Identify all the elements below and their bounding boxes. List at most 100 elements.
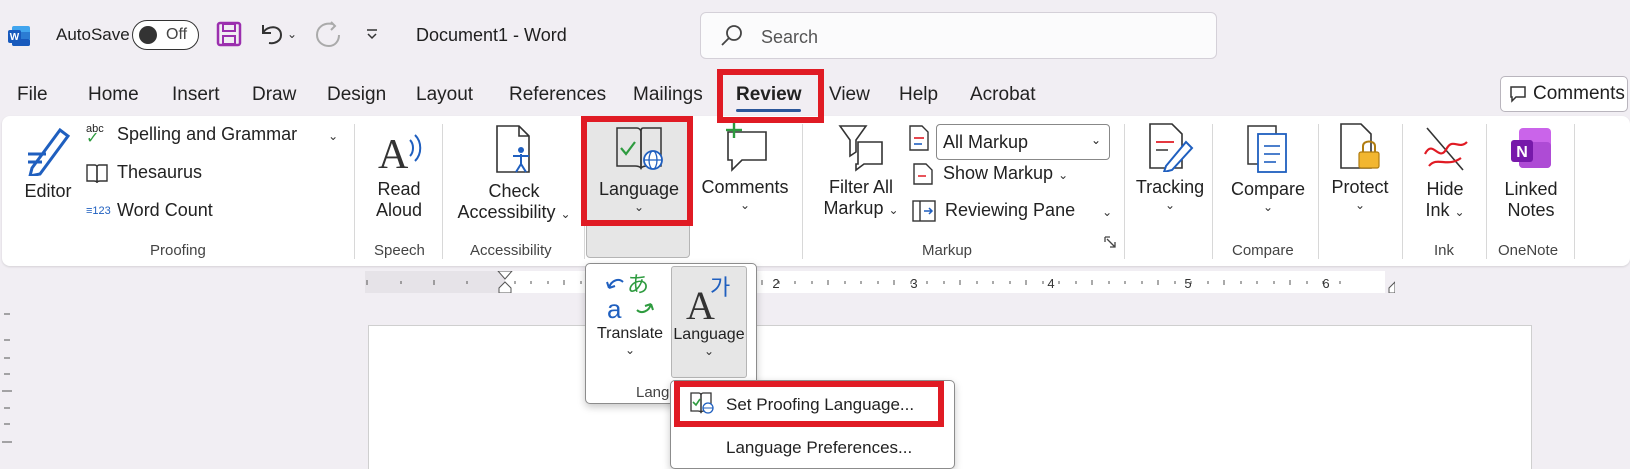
- linked-notes-button[interactable]: N Linked Notes: [1492, 124, 1570, 221]
- read-aloud-label-2: Aloud: [375, 200, 423, 220]
- group-divider: [1212, 124, 1213, 259]
- word-count-button[interactable]: ≡123 Word Count: [86, 200, 213, 221]
- tab-mailings[interactable]: Mailings: [633, 84, 703, 106]
- ruler-number: 2: [772, 276, 779, 291]
- check-accessibility-label-2: Accessibility: [457, 202, 556, 222]
- tab-design[interactable]: Design: [327, 84, 386, 106]
- display-for-review-icon: [909, 125, 929, 151]
- tab-review[interactable]: Review: [736, 84, 802, 112]
- tab-references[interactable]: References: [509, 84, 606, 106]
- ruler-number: 5: [1184, 276, 1191, 291]
- check-accessibility-label-1: Check: [488, 181, 540, 201]
- comments-label: Comments: [701, 177, 789, 197]
- language-options-button[interactable]: A 가 Language ⌄: [671, 266, 747, 378]
- group-divider: [354, 124, 355, 259]
- filter-all-markup-button[interactable]: Filter All Markup ⌄: [816, 122, 906, 219]
- undo-icon[interactable]: [256, 18, 286, 50]
- display-for-review-select[interactable]: All Markup ⌄: [936, 124, 1110, 160]
- tab-review-label: Review: [736, 84, 802, 105]
- linked-notes-label-2: Notes: [1507, 200, 1555, 220]
- comments-pane-label: Comments: [1533, 83, 1625, 104]
- read-aloud-label-1: Read: [377, 179, 421, 199]
- search-placeholder: Search: [761, 27, 819, 47]
- language-preferences-label: Language Preferences...: [726, 438, 913, 457]
- customize-qat-icon[interactable]: [357, 18, 387, 50]
- set-proofing-language-item[interactable]: Set Proofing Language...: [671, 384, 956, 424]
- translate-button[interactable]: a あ Translate ⌄: [592, 268, 668, 368]
- filter-markup-label-2: Markup: [823, 198, 884, 218]
- set-proofing-language-icon: [690, 392, 714, 414]
- svg-text:W: W: [10, 32, 20, 43]
- chevron-down-icon: ⌄: [1454, 205, 1465, 219]
- toggle-knob: [139, 26, 157, 44]
- display-for-review-value: All Markup: [943, 132, 1029, 152]
- protect-label: Protect: [1331, 177, 1389, 197]
- spelling-label: Spelling and Grammar: [117, 124, 298, 144]
- autosave-label: AutoSave: [56, 25, 130, 44]
- tab-view[interactable]: View: [829, 84, 870, 106]
- compare-button[interactable]: Compare ⌄: [1220, 124, 1316, 214]
- spelling-icon: abc ✓: [86, 123, 104, 147]
- tab-file[interactable]: File: [17, 84, 48, 106]
- spelling-grammar-button[interactable]: abc ✓ Spelling and Grammar ⌄: [86, 123, 338, 147]
- show-markup-icon: [913, 163, 933, 185]
- redo-icon[interactable]: [312, 18, 342, 50]
- word-logo-icon: W: [8, 26, 30, 46]
- right-indent-marker[interactable]: [1388, 281, 1395, 293]
- tab-insert[interactable]: Insert: [172, 84, 220, 106]
- spelling-dropdown-icon[interactable]: ⌄: [328, 129, 338, 143]
- comment-icon: [1510, 86, 1526, 103]
- onenote-n-mark: N: [1516, 144, 1528, 161]
- language-submenu: Set Proofing Language... Language Prefer…: [670, 380, 955, 469]
- translate-kana-glyph: あ: [627, 273, 649, 298]
- tracking-icon: [1149, 123, 1194, 174]
- tab-layout[interactable]: Layout: [416, 84, 473, 106]
- protect-button[interactable]: Protect ⌄: [1324, 122, 1396, 212]
- search-icon: [721, 25, 742, 46]
- group-divider: [1124, 124, 1125, 259]
- group-divider: [442, 124, 443, 259]
- compare-group-label: Compare: [1232, 242, 1294, 259]
- language-button[interactable]: Language ⌄: [592, 124, 686, 214]
- set-proofing-language-label: Set Proofing Language...: [726, 395, 915, 414]
- read-aloud-button[interactable]: A Read Aloud: [368, 126, 430, 221]
- chevron-down-icon: ⌄: [739, 198, 751, 212]
- filter-markup-label-1: Filter All: [828, 177, 893, 197]
- thesaurus-label: Thesaurus: [117, 162, 203, 182]
- show-markup-button[interactable]: Show Markup ⌄: [912, 162, 1068, 186]
- proofing-group-label: Proofing: [150, 242, 206, 259]
- tab-home[interactable]: Home: [88, 84, 139, 106]
- undo-dropdown-icon[interactable]: ⌄: [284, 18, 300, 50]
- translate-icon: a あ: [606, 273, 654, 324]
- reviewing-pane-button[interactable]: Reviewing Pane ⌄: [912, 200, 1112, 222]
- word-count-icon: ≡123: [86, 205, 111, 218]
- language-options-icon: A 가: [686, 276, 730, 328]
- reviewing-pane-icon: [912, 200, 936, 222]
- editor-button[interactable]: Editor: [16, 124, 80, 202]
- group-divider: [584, 124, 585, 259]
- language-preferences-item[interactable]: Language Preferences...: [671, 427, 956, 467]
- filter-markup-icon: [838, 125, 883, 172]
- thesaurus-button[interactable]: Thesaurus: [86, 162, 203, 184]
- document-title: Document1 - Word: [416, 25, 567, 45]
- hide-ink-button[interactable]: Hide Ink ⌄: [1408, 124, 1482, 221]
- tracking-label: Tracking: [1135, 177, 1205, 197]
- vertical-ruler[interactable]: [0, 310, 14, 469]
- comments-pane-button[interactable]: Comments: [1500, 76, 1628, 112]
- onenote-icon: N: [1511, 128, 1551, 168]
- check-accessibility-button[interactable]: Check Accessibility ⌄: [454, 124, 574, 223]
- comments-button[interactable]: Comments ⌄: [700, 118, 790, 212]
- tab-draw[interactable]: Draw: [252, 84, 296, 106]
- tab-acrobat[interactable]: Acrobat: [970, 84, 1035, 106]
- language-label: Language: [598, 179, 680, 199]
- horizontal-ruler[interactable]: 2 3 4 5 6: [365, 271, 1395, 293]
- autosave-toggle[interactable]: Off: [132, 20, 199, 50]
- chevron-down-icon: ⌄: [1058, 167, 1069, 182]
- reviewing-pane-label: Reviewing Pane: [945, 200, 1076, 220]
- tab-help[interactable]: Help: [899, 84, 938, 106]
- markup-dialog-launcher-icon[interactable]: [1104, 236, 1116, 248]
- save-icon[interactable]: [214, 18, 244, 50]
- check-accessibility-icon: [496, 125, 530, 173]
- tracking-button[interactable]: Tracking ⌄: [1130, 122, 1210, 212]
- search-box[interactable]: Search: [700, 12, 1217, 59]
